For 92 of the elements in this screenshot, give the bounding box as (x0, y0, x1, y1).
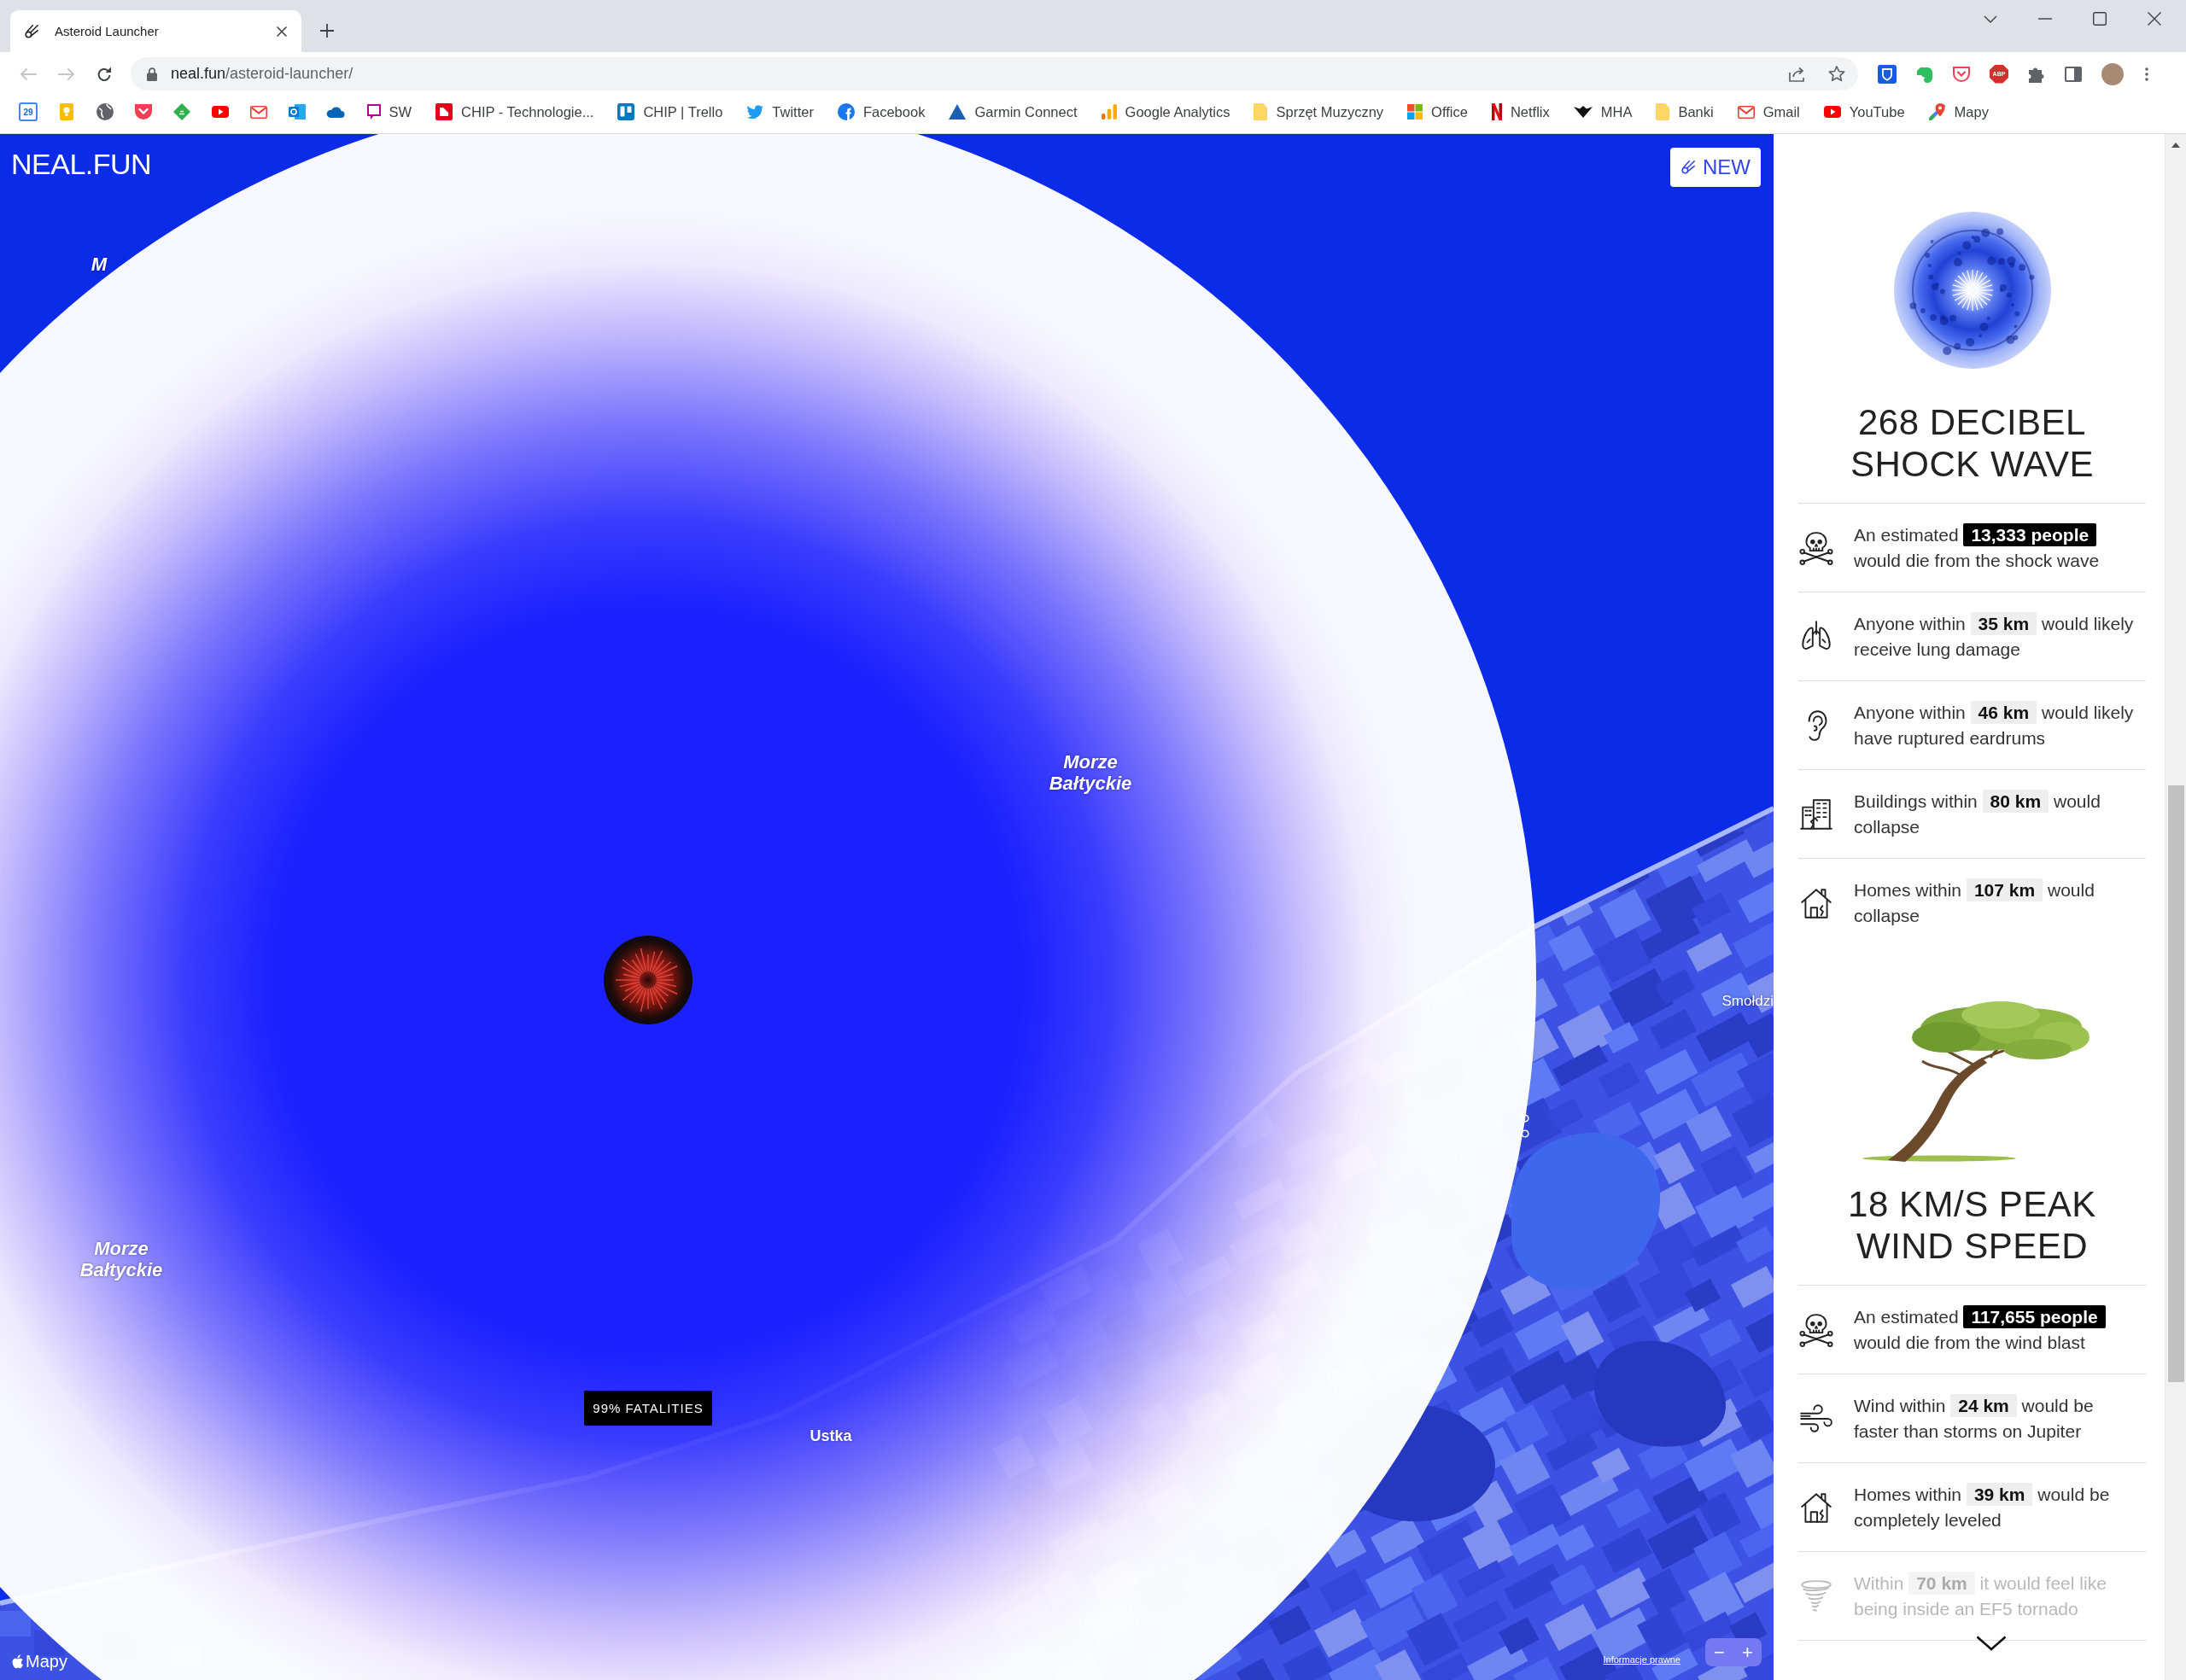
map-view[interactable]: M Morze Bałtyckie Smołdzi Morze Bałtyckie Ustka 99% FATALITIES NEAL.FUN NEW Mapy Informacje prawne − + (0, 134, 1774, 1680)
bookmark-button[interactable]: Google Analytics (1089, 100, 1242, 124)
map-attribution: Mapy (26, 1652, 67, 1671)
bar-chart-icon (1101, 104, 1117, 120)
fatality-label: 99% FATALITIES (584, 1391, 712, 1426)
diamond-icon[interactable] (173, 103, 190, 120)
fact-text: Wind within 24 km would be faster than storms on Jupiter (1854, 1393, 2095, 1443)
bookmark-button[interactable]: MHA (1561, 100, 1645, 124)
bookmark-button[interactable]: Twitter (734, 100, 826, 124)
skull-icon (1798, 530, 1834, 566)
section-title: 18 KM/S PEAK WIND SPEED (1847, 1183, 2097, 1267)
wing-emblem-icon (1573, 106, 1593, 118)
bookmark-button[interactable]: YouTube (1811, 100, 1917, 124)
speech-square-icon (366, 104, 381, 120)
shield-icon[interactable] (1878, 64, 1897, 84)
section-title: 268 DECIBEL SHOCK WAVE (1849, 401, 2095, 485)
close-icon[interactable] (276, 25, 288, 38)
fact-text: Within 70 km it would feel like being inside an EF5 tornado (1854, 1571, 2107, 1620)
bookmark-button[interactable]: Mapy (1916, 100, 2001, 124)
avatar-icon[interactable] (2101, 62, 2124, 85)
bookmark-button[interactable]: Netflix (1479, 100, 1562, 124)
fact-text: Homes within 107 km would collapse (1854, 878, 2095, 927)
fact-text: Homes within 39 km would be completely leveled (1854, 1482, 2111, 1531)
cloud-icon[interactable] (326, 106, 345, 118)
bookmark-button[interactable]: CHIP - Technologie... (424, 100, 606, 124)
fact-text: Anyone within 35 km would likely receive lung damage (1854, 611, 2135, 661)
bookmark-button[interactable]: CHIP | Trello (605, 100, 735, 124)
board-icon (617, 103, 635, 120)
bookmark-button[interactable]: 29 (19, 102, 38, 121)
envelope-icon[interactable] (250, 105, 267, 119)
envelope-icon (1737, 105, 1755, 119)
skull-icon (1798, 1312, 1834, 1348)
chevron-down-icon[interactable] (1984, 15, 1997, 23)
close-icon[interactable] (2148, 12, 2161, 26)
legal-link[interactable]: Informacje prawne (1603, 1654, 1680, 1665)
play-icon (1823, 106, 1841, 118)
globe-icon[interactable] (96, 103, 114, 120)
site-logo[interactable]: NEAL.FUN (11, 144, 152, 184)
reload-icon[interactable] (96, 66, 112, 82)
fact-text: Buildings within 80 km would collapse (1854, 789, 2101, 838)
town-label: Ustka (810, 1427, 852, 1445)
new-button[interactable]: NEW (1670, 148, 1761, 187)
bird-icon (746, 105, 764, 119)
star-icon[interactable] (1828, 66, 1845, 82)
pocket-icon[interactable] (1953, 66, 1970, 82)
place-marker-icon (1521, 1129, 1529, 1138)
more-icon[interactable] (2145, 67, 2148, 81)
disc-icon (837, 103, 855, 120)
fact-text: An estimated 13,333 people would die from the shock wave (1854, 522, 2101, 572)
triangle-icon (949, 104, 967, 120)
play-icon[interactable] (212, 106, 229, 118)
comet-icon (24, 23, 39, 39)
zoom-out-button[interactable]: − (1705, 1638, 1733, 1666)
fireball-icon (604, 936, 693, 1024)
sea-label: M (91, 254, 108, 275)
bookmark-button[interactable]: Facebook (825, 100, 938, 124)
sea-label: Morze Bałtyckie (79, 1238, 163, 1280)
bookmark-button[interactable]: Sprzęt Muzyczny (1242, 100, 1396, 124)
fact-text: Anyone within 46 km would likely have ruptured eardrums (1854, 700, 2135, 750)
apple-icon (12, 1654, 23, 1669)
fact-text: An estimated 117,655 people would die from the wind blast (1854, 1304, 2138, 1356)
folder-icon (1656, 103, 1670, 120)
buildings-icon (1798, 796, 1834, 832)
chevron-down-icon[interactable] (1976, 1636, 2007, 1651)
folder-icon (1254, 103, 1268, 120)
bookmark-button[interactable]: SW (354, 100, 424, 124)
four-squares-icon (1407, 104, 1423, 120)
side-panel-icon[interactable] (2065, 66, 2082, 82)
bookmark-button[interactable]: Office (1395, 100, 1480, 124)
bookmark-button[interactable]: Banki (1644, 100, 1726, 124)
tile-icon (435, 103, 453, 120)
scrollbar-thumb[interactable] (2167, 785, 2184, 1382)
place-marker-icon (1521, 1114, 1529, 1123)
sea-label: Morze Bałtyckie (1049, 751, 1132, 794)
map-pin-icon (1928, 103, 1946, 120)
pocket-icon[interactable] (135, 104, 152, 120)
scroll-up-icon[interactable] (2171, 143, 2180, 148)
browser-tab[interactable]: Asteroid Launcher (10, 10, 301, 52)
zoom-in-button[interactable]: + (1733, 1638, 1762, 1666)
tornado-icon (1798, 1578, 1834, 1614)
mail-tile-icon[interactable] (289, 104, 306, 120)
share-icon[interactable] (1789, 66, 1806, 82)
address-bar[interactable]: neal.fun/asteroid-launcher/ (131, 57, 1858, 90)
maximize-icon[interactable] (2093, 12, 2107, 26)
bookmark-button[interactable]: Gmail (1725, 100, 1812, 124)
town-label: Smołdzi (1721, 993, 1774, 1010)
plus-icon[interactable] (320, 24, 334, 38)
lock-icon (147, 67, 157, 81)
ribbon-icon (1491, 103, 1502, 120)
scrollbar-track[interactable] (2165, 134, 2186, 1680)
comet-icon (1680, 160, 1696, 175)
bookmark-button[interactable]: Garmin Connect (937, 100, 1090, 124)
